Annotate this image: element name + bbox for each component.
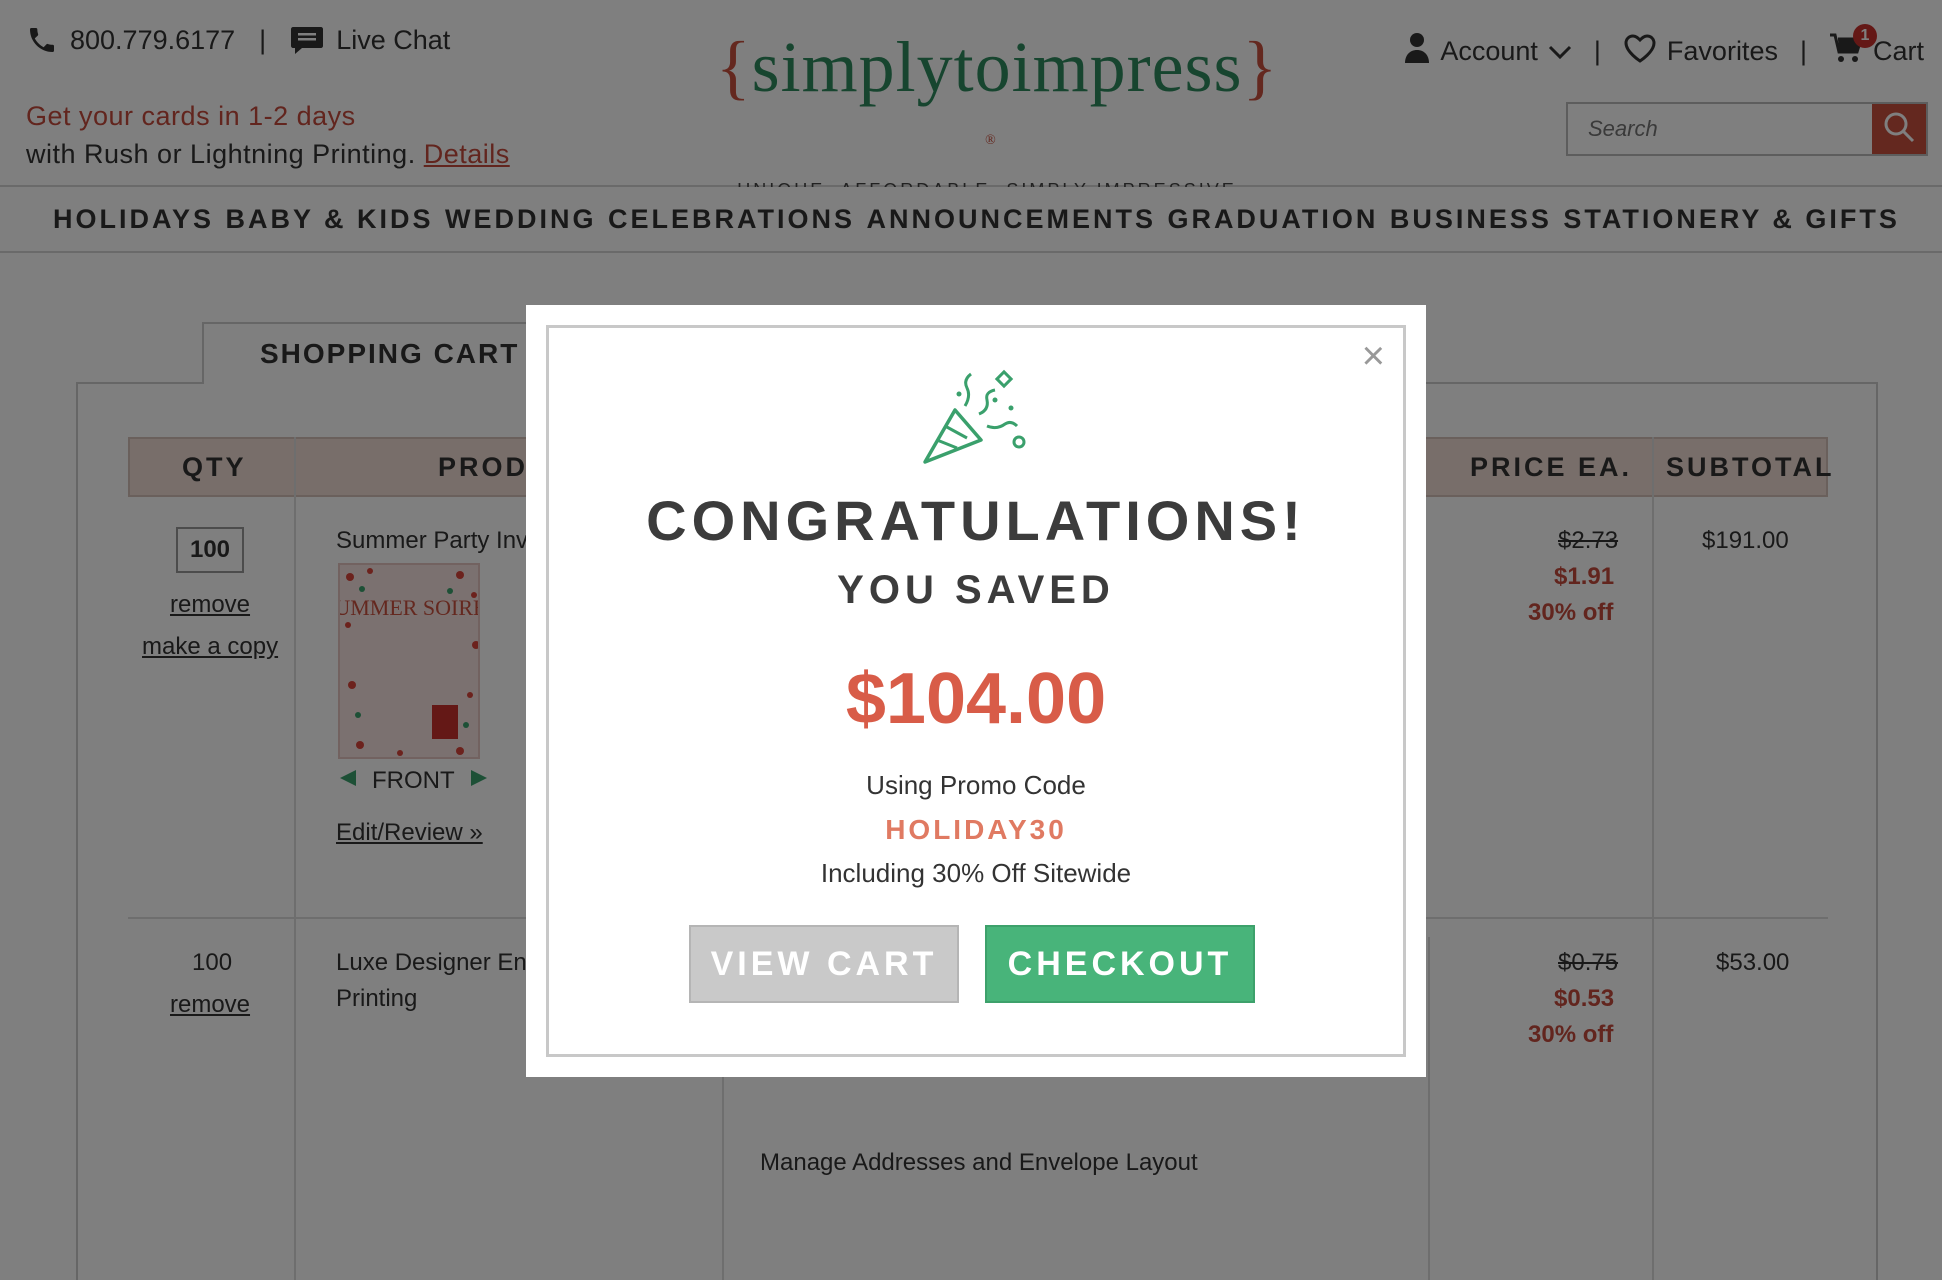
- modal-title: CONGRATULATIONS!: [646, 489, 1306, 552]
- promo-code-label: Using Promo Code: [866, 770, 1086, 800]
- savings-amount: $104.00: [845, 659, 1107, 739]
- close-icon[interactable]: ×: [1362, 336, 1385, 376]
- checkout-button[interactable]: CHECKOUT: [985, 925, 1255, 1003]
- promo-code: HOLIDAY30: [885, 814, 1067, 845]
- view-cart-button[interactable]: VIEW CART: [689, 925, 959, 1003]
- party-popper-icon: [919, 366, 1029, 466]
- modal-subtitle: YOU SAVED: [837, 568, 1115, 612]
- promo-modal: × CONGRATULATIONS! YOU SAVED $104.00 Usi…: [526, 305, 1426, 1077]
- promo-modal-frame: × CONGRATULATIONS! YOU SAVED $104.00 Usi…: [546, 325, 1406, 1057]
- promo-description: Including 30% Off Sitewide: [820, 858, 1132, 888]
